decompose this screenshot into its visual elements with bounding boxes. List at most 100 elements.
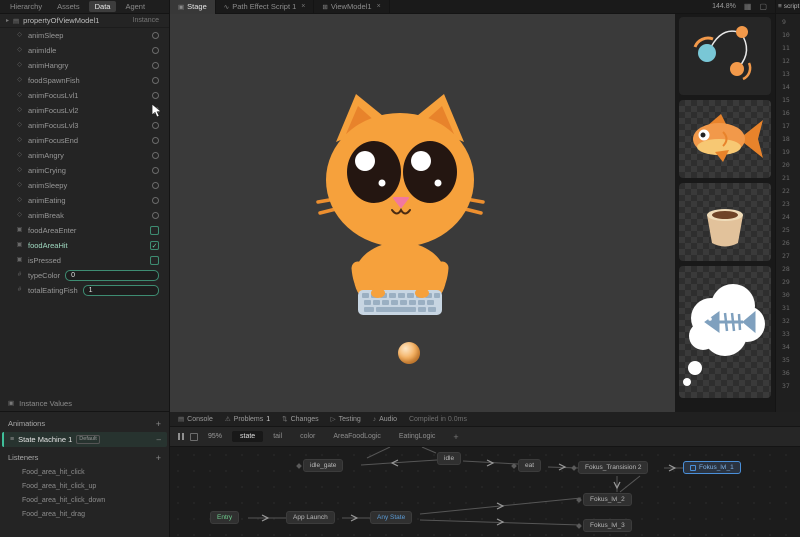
panel-tab[interactable]: Assets <box>51 1 86 12</box>
pause-icon[interactable] <box>178 433 184 440</box>
editor-tab[interactable]: ∿ Path Effect Script 1 × <box>216 0 315 14</box>
state-node[interactable]: Fokus_Transision 2 <box>578 461 649 474</box>
editor-tab[interactable]: ▣ Stage × <box>170 0 216 14</box>
add-listener-button[interactable]: + <box>156 453 161 463</box>
bool-checkbox[interactable] <box>150 256 159 265</box>
editor-tab[interactable]: ⊞ ViewModel1 × <box>314 0 390 14</box>
listener-item[interactable]: Food_area_hit_drag <box>0 507 169 521</box>
data-property-row[interactable]: foodSpawnFish <box>0 73 169 88</box>
listener-item[interactable]: Food_area_hit_click_down <box>0 493 169 507</box>
trigger-fire-button[interactable] <box>152 182 159 189</box>
data-property-row[interactable]: animSleepy <box>0 178 169 193</box>
instance-values-footer[interactable]: ▣ Instance Values <box>0 396 169 410</box>
console-tab[interactable]: ♪ Audio <box>373 415 397 423</box>
data-property-row[interactable]: animSleep <box>0 28 169 43</box>
cat-artwork[interactable] <box>308 86 493 316</box>
trigger-fire-button[interactable] <box>152 62 159 69</box>
trigger-fire-button[interactable] <box>152 212 159 219</box>
data-property-row[interactable]: isPressed <box>0 253 169 268</box>
state-node[interactable]: eat <box>518 459 542 472</box>
food-ball[interactable] <box>398 342 420 364</box>
state-machine-graph[interactable]: idle_gate idle eat Fokus_Transision 2 Fo… <box>170 447 800 537</box>
trigger-fire-button[interactable] <box>152 92 159 99</box>
compile-status: Compiled in 0.0ms <box>408 415 467 423</box>
grid-icon[interactable]: ▦ <box>744 2 752 11</box>
property-type-icon <box>16 137 23 144</box>
state-node[interactable]: Any State <box>370 511 413 524</box>
console-tab[interactable]: ▤ Console <box>178 415 213 424</box>
property-type-icon <box>16 122 23 129</box>
state-node[interactable]: Fokus_lvl_2 <box>583 493 632 506</box>
state-node[interactable]: Entry <box>210 511 240 524</box>
trigger-fire-button[interactable] <box>152 47 159 54</box>
bone-constraint-preview[interactable] <box>679 17 771 95</box>
trigger-fire-button[interactable] <box>152 152 159 159</box>
state-node-label: Fokus_Transision 2 <box>585 464 642 471</box>
state-node[interactable]: Fokus_lvl_1 <box>683 461 741 474</box>
bool-checkbox[interactable] <box>150 226 159 235</box>
rive-editor-window: Hierarchy Assets Data Agent ▸ ▤ propertyOfV… <box>0 0 800 537</box>
line-number: 16 <box>782 109 790 117</box>
close-tab-icon[interactable]: × <box>301 3 305 10</box>
data-property-row[interactable]: typeColor 0 <box>0 268 169 283</box>
viewmodel-header-row[interactable]: ▸ ▤ propertyOfViewModel1 Instance <box>0 14 169 28</box>
trigger-fire-button[interactable] <box>152 137 159 144</box>
number-input[interactable]: 0 <box>65 270 159 281</box>
panel-tab[interactable]: Hierarchy <box>4 1 48 12</box>
listener-item[interactable]: Food_area_hit_click <box>0 465 169 479</box>
fish-artboard-thumbnail[interactable] <box>679 100 771 178</box>
data-property-row[interactable]: foodAreaEnter <box>0 223 169 238</box>
state-node[interactable]: idle <box>437 452 462 465</box>
fit-view-icon[interactable] <box>190 432 198 441</box>
panel-tab[interactable]: Data <box>88 1 117 12</box>
layer-tab[interactable]: AreaFoodLogic <box>325 431 388 442</box>
data-property-row[interactable]: animBreak <box>0 208 169 223</box>
line-number: 31 <box>782 304 790 312</box>
number-input[interactable]: 1 <box>82 285 159 296</box>
state-node-label: Fokus_lvl_3 <box>590 522 625 529</box>
remove-state-machine-button[interactable]: – <box>157 435 161 444</box>
data-property-row[interactable]: totalEatingFish 1 <box>0 283 169 298</box>
layer-tab[interactable]: tail <box>265 431 290 442</box>
add-layer-button[interactable]: + <box>453 432 458 442</box>
data-property-row[interactable]: animFocusLvl1 <box>0 88 169 103</box>
state-node[interactable]: Fokus_lvl_3 <box>583 519 632 532</box>
layer-tab[interactable]: EatingLogic <box>391 431 444 442</box>
trigger-fire-button[interactable] <box>152 197 159 204</box>
trigger-fire-button[interactable] <box>152 167 159 174</box>
console-tab-icon: ♪ <box>372 415 377 423</box>
layer-tab[interactable]: color <box>292 431 323 442</box>
data-property-row[interactable]: animCrying <box>0 163 169 178</box>
panel-tab[interactable]: Agent <box>119 1 151 12</box>
data-property-row[interactable]: animAngry <box>0 148 169 163</box>
data-property-row[interactable]: animIdle <box>0 43 169 58</box>
stage-canvas[interactable] <box>170 14 675 412</box>
state-machine-item[interactable]: ≡ State Machine 1 Default – <box>2 432 167 447</box>
console-tab[interactable]: ⇅ Changes <box>282 415 318 424</box>
data-property-row[interactable]: animFocusEnd <box>0 133 169 148</box>
layer-tab[interactable]: state <box>232 431 264 442</box>
expand-caret-icon[interactable]: ▸ <box>6 17 9 24</box>
trigger-fire-button[interactable] <box>152 77 159 84</box>
trigger-fire-button[interactable] <box>152 32 159 39</box>
data-property-row[interactable]: animHangry <box>0 58 169 73</box>
close-tab-icon[interactable]: × <box>377 3 381 10</box>
trigger-fire-button[interactable] <box>152 122 159 129</box>
add-animation-button[interactable]: + <box>156 419 161 429</box>
stage-zoom-level[interactable]: 144.8% <box>712 3 736 10</box>
graph-zoom-level[interactable]: 95% <box>208 433 222 440</box>
console-tab[interactable]: ▷ Testing <box>331 415 361 424</box>
bool-checkbox[interactable] <box>150 241 159 250</box>
layout-icon[interactable]: ▢ <box>759 2 767 11</box>
listener-item[interactable]: Food_area_hit_click_up <box>0 479 169 493</box>
data-property-row[interactable]: foodAreaHit <box>0 238 169 253</box>
console-tab[interactable]: ⚠ Problems 1 <box>225 415 270 424</box>
state-node[interactable]: App Launch <box>286 511 335 524</box>
state-node[interactable]: idle_gate <box>303 459 344 472</box>
data-property-row[interactable]: animEating <box>0 193 169 208</box>
data-property-row[interactable]: animFocusLvl3 <box>0 118 169 133</box>
fishbone-thought-artboard-thumbnail[interactable] <box>679 266 771 398</box>
menu-icon[interactable]: ≡ <box>778 3 782 10</box>
data-property-row[interactable]: animFocusLvl2 <box>0 103 169 118</box>
coffee-cup-artboard-thumbnail[interactable] <box>679 183 771 261</box>
